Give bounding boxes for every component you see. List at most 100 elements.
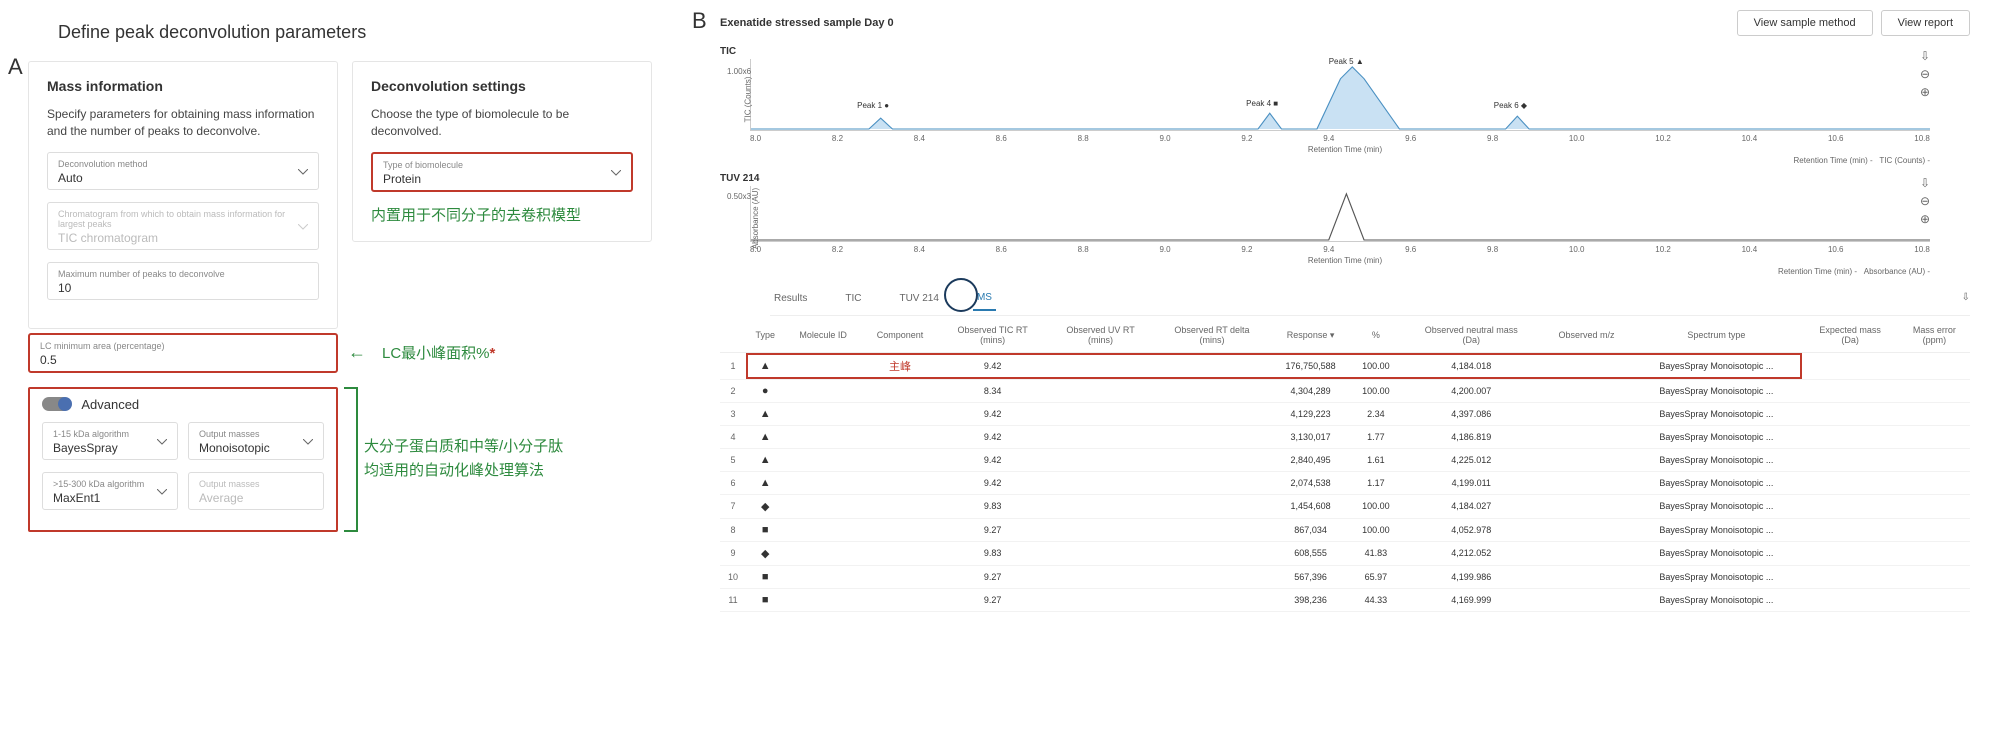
table-row[interactable]: 3▲9.424,129,2232.344,397.086BayesSpray M… <box>720 402 1970 425</box>
table-row[interactable]: 7◆9.831,454,608100.004,184.027BayesSpray… <box>720 494 1970 518</box>
view-sample-method-button[interactable]: View sample method <box>1737 10 1873 36</box>
deconvolution-method-select[interactable]: Deconvolution method Auto <box>47 152 319 190</box>
tuv-footer: Retention Time (min) - Absorbance (AU) - <box>720 267 1930 276</box>
chevron-down-icon <box>298 164 308 178</box>
peak-1-label: Peak 1 ● <box>857 101 889 110</box>
tuv-x-axis-label: Retention Time (min) <box>720 256 1970 265</box>
advanced-label: Advanced <box>81 397 139 412</box>
max-peaks-input[interactable]: Maximum number of peaks to deconvolve 10 <box>47 262 319 300</box>
page-title: Define peak deconvolution parameters <box>58 22 698 43</box>
decon-method-value: Auto <box>58 171 83 185</box>
mass-information-card: Mass information Specify parameters for … <box>28 61 338 329</box>
lc-min-area-label: LC minimum area (percentage) <box>40 341 326 351</box>
tuv-chart-block: TUV 214 Absorbance (AU) 0.50x3 ⇩ ⊖ ⊕ 8.0… <box>720 173 1970 276</box>
biomolecule-value: Protein <box>383 172 421 186</box>
output-masses-1-label: Output masses <box>199 429 313 439</box>
tic-x-axis-label: Retention Time (min) <box>720 145 1970 154</box>
chevron-down-icon <box>611 165 621 179</box>
column-header[interactable]: Observed RT delta(mins) <box>1154 320 1270 352</box>
output-masses-2-value: Average <box>199 491 243 505</box>
tab-results[interactable]: Results <box>770 287 811 310</box>
column-header[interactable]: Expected mass(Da) <box>1802 320 1899 352</box>
max-peaks-label: Maximum number of peaks to deconvolve <box>58 269 308 279</box>
table-row[interactable]: 2●8.344,304,289100.004,200.007BayesSpray… <box>720 379 1970 402</box>
column-header[interactable] <box>720 320 746 352</box>
chevron-down-icon <box>157 434 167 448</box>
column-header[interactable]: Component <box>862 320 938 352</box>
biomolecule-label: Type of biomolecule <box>383 160 621 170</box>
tab-ms[interactable]: MS <box>973 286 996 311</box>
column-header[interactable]: Observed m/z <box>1542 320 1631 352</box>
sample-title: Exenatide stressed sample Day 0 <box>720 17 894 29</box>
table-row[interactable]: 1▲主峰9.42176,750,588100.004,184.018BayesS… <box>720 352 1970 379</box>
algo-1-15-select[interactable]: 1-15 kDa algorithm BayesSpray <box>42 422 178 460</box>
output-masses-2-select: Output masses Average <box>188 472 324 510</box>
algo-15-300-select[interactable]: >15-300 kDa algorithm MaxEnt1 <box>42 472 178 510</box>
tic-y-tick: 1.00x6 <box>727 67 751 76</box>
advanced-toggle[interactable] <box>42 397 70 411</box>
chevron-down-icon <box>298 219 308 233</box>
tic-chart-title: TIC <box>720 46 1970 57</box>
column-header[interactable]: Spectrum type <box>1631 320 1801 352</box>
column-header[interactable]: Observed UV RT(mins) <box>1047 320 1154 352</box>
algo-15-300-label: >15-300 kDa algorithm <box>53 479 167 489</box>
tab-tuv[interactable]: TUV 214 <box>895 287 942 310</box>
download-icon[interactable]: ⇩ <box>1962 292 1970 303</box>
tuv-chart[interactable]: Absorbance (AU) 0.50x3 ⇩ ⊖ ⊕ <box>750 186 1930 242</box>
annotation-lc-min: LC最小峰面积%* <box>382 342 495 363</box>
column-header[interactable]: Molecule ID <box>784 320 862 352</box>
column-header[interactable]: Mass error(ppm) <box>1899 320 1970 352</box>
output-masses-1-select[interactable]: Output masses Monoisotopic <box>188 422 324 460</box>
column-header[interactable]: % <box>1351 320 1401 352</box>
tuv-x-ticks: 8.08.28.48.68.89.09.29.49.69.810.010.210… <box>750 245 1930 254</box>
algo-1-15-value: BayesSpray <box>53 441 118 455</box>
table-row[interactable]: 6▲9.422,074,5381.174,199.011BayesSpray M… <box>720 471 1970 494</box>
chromatogram-label: Chromatogram from which to obtain mass i… <box>58 209 308 229</box>
column-header[interactable]: Observed TIC RT(mins) <box>938 320 1047 352</box>
table-row[interactable]: 11■9.27398,23644.334,169.999BayesSpray M… <box>720 588 1970 611</box>
panel-a: Define peak deconvolution parameters Mas… <box>28 10 698 532</box>
decon-settings-heading: Deconvolution settings <box>371 78 633 94</box>
table-row[interactable]: 4▲9.423,130,0171.774,186.819BayesSpray M… <box>720 425 1970 448</box>
advanced-settings-panel: Advanced 1-15 kDa algorithm BayesSpray O… <box>28 387 338 532</box>
mass-info-desc: Specify parameters for obtaining mass in… <box>47 106 319 140</box>
tab-tic[interactable]: TIC <box>841 287 865 310</box>
peak-4-label: Peak 4 ■ <box>1246 99 1278 108</box>
peak-6-label: Peak 6 ◆ <box>1494 101 1527 110</box>
algo-1-15-label: 1-15 kDa algorithm <box>53 429 167 439</box>
tic-chart[interactable]: TIC (Counts) 1.00x6 ⇩ ⊖ ⊕ Peak 1 ● Peak … <box>750 59 1930 131</box>
mass-info-heading: Mass information <box>47 78 319 94</box>
max-peaks-value: 10 <box>58 281 71 295</box>
results-tabs: Results TIC TUV 214 MS ⇩ <box>770 286 1970 316</box>
decon-method-label: Deconvolution method <box>58 159 308 169</box>
arrow-left-icon: ← <box>348 342 366 363</box>
deconvolution-settings-card: Deconvolution settings Choose the type o… <box>352 61 652 242</box>
tic-chart-block: TIC TIC (Counts) 1.00x6 ⇩ ⊖ ⊕ Peak 1 ● P… <box>720 46 1970 165</box>
results-table: TypeMolecule IDComponentObserved TIC RT(… <box>720 320 1970 612</box>
peak-5-label: Peak 5 ▲ <box>1329 57 1364 66</box>
output-masses-2-label: Output masses <box>199 479 313 489</box>
table-row[interactable]: 8■9.27867,034100.004,052.978BayesSpray M… <box>720 518 1970 541</box>
chromatogram-select: Chromatogram from which to obtain mass i… <box>47 202 319 250</box>
tuv-chart-title: TUV 214 <box>720 173 1970 184</box>
table-row[interactable]: 5▲9.422,840,4951.614,225.012BayesSpray M… <box>720 448 1970 471</box>
tuv-y-tick: 0.50x3 <box>727 192 751 201</box>
lc-min-area-input[interactable]: LC minimum area (percentage) 0.5 <box>28 333 338 373</box>
algo-15-300-value: MaxEnt1 <box>53 491 100 505</box>
annotation-decon-model: 内置用于不同分子的去卷积模型 <box>371 204 633 225</box>
view-report-button[interactable]: View report <box>1881 10 1970 36</box>
bracket-annotation <box>344 387 358 532</box>
table-row[interactable]: 9◆9.83608,55541.834,212.052BayesSpray Mo… <box>720 541 1970 565</box>
decon-settings-desc: Choose the type of biomolecule to be dec… <box>371 106 633 140</box>
chromatogram-value: TIC chromatogram <box>58 231 158 245</box>
column-header[interactable]: Type <box>746 320 784 352</box>
biomolecule-type-select[interactable]: Type of biomolecule Protein <box>371 152 633 192</box>
column-header[interactable]: Response ▾ <box>1270 320 1351 352</box>
column-header[interactable]: Observed neutral mass(Da) <box>1401 320 1542 352</box>
tic-footer: Retention Time (min) - TIC (Counts) - <box>720 156 1930 165</box>
figure-label-a: A <box>8 54 23 80</box>
tic-x-ticks: 8.08.28.48.68.89.09.29.49.69.810.010.210… <box>750 134 1930 143</box>
annotation-algorithm: 大分子蛋白质和中等/小分子肽 均适用的自动化峰处理算法 <box>364 435 563 483</box>
table-row[interactable]: 10■9.27567,39665.974,199.986BayesSpray M… <box>720 565 1970 588</box>
chevron-down-icon <box>157 484 167 498</box>
